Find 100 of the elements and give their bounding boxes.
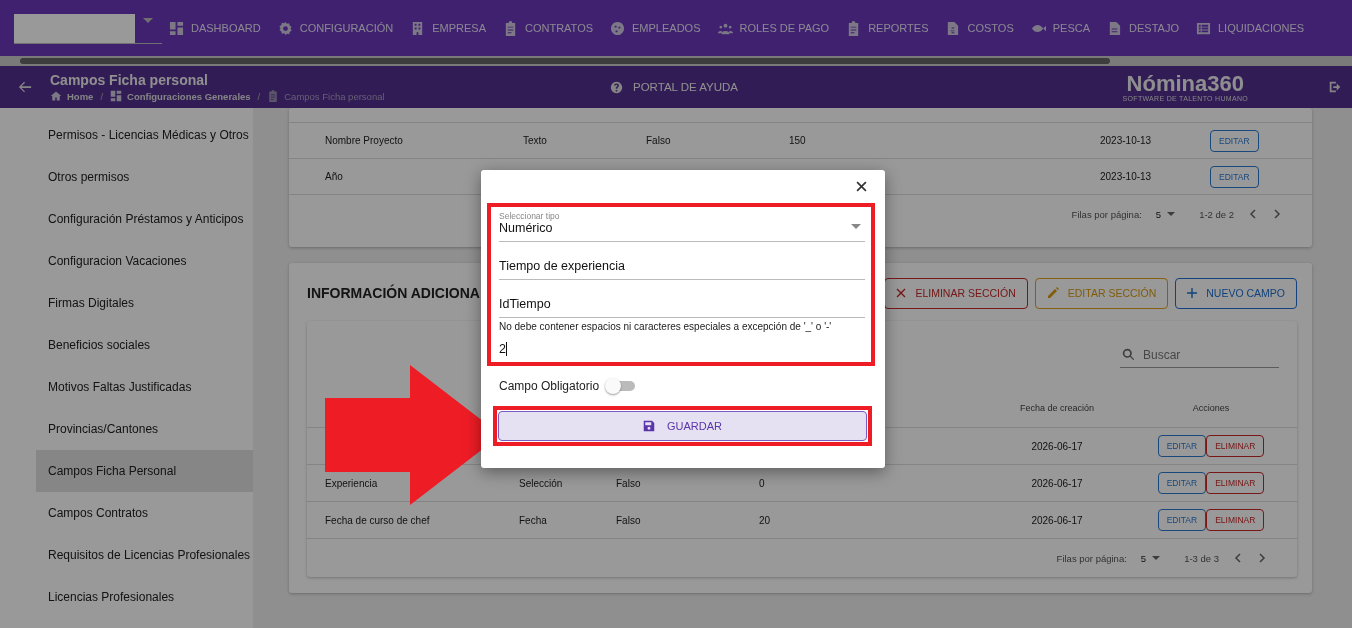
rows-per-page-label: Filas por página:: [1056, 552, 1127, 564]
table-cell-text: 150: [789, 135, 807, 146]
grid-icon: [169, 20, 184, 36]
nav-item[interactable]: REPORTES: [846, 20, 929, 36]
table-cell-text: 2023-10-13: [1100, 135, 1153, 146]
nav-item[interactable]: ROLES DE PAGO: [717, 20, 830, 36]
nav-item[interactable]: CONTRATOS: [503, 20, 594, 36]
delete-button[interactable]: ELIMINAR: [1206, 435, 1265, 457]
table-cell-text: 2023-10-13: [1100, 171, 1153, 182]
close-icon: [896, 288, 907, 298]
nav-item[interactable]: DESTAJO: [1107, 20, 1179, 36]
sidebar-item[interactable]: Otros permisos: [36, 156, 253, 198]
length-field[interactable]: 2: [499, 332, 865, 362]
pencil-icon: [1046, 287, 1059, 299]
help-icon: [610, 80, 623, 94]
nav-item[interactable]: PESCA: [1030, 20, 1091, 36]
rows-per-page-label: Filas por página:: [1071, 208, 1142, 220]
sidebar-item[interactable]: Permisos - Licencias Médicas y Otros: [36, 114, 253, 156]
table-cell-text: 20: [759, 514, 772, 526]
logout-icon[interactable]: [1328, 80, 1342, 94]
chevron-right-icon[interactable]: [1272, 209, 1282, 219]
edit-button[interactable]: EDITAR: [1157, 435, 1207, 457]
toggle-switch[interactable]: [607, 381, 636, 391]
nav-item[interactable]: COSTOS: [945, 20, 1014, 36]
table-cell: 2026-06-17: [1031, 477, 1083, 489]
table-cell-text: Experiencia: [325, 477, 379, 489]
caret-icon: [851, 224, 861, 229]
gear-icon: [277, 20, 293, 36]
grid-icon: [110, 90, 123, 102]
column-header: Acciones: [1192, 403, 1230, 413]
id-field[interactable]: IdTiempo: [499, 280, 865, 318]
breadcrumb-link[interactable]: Configuraciones Generales: [127, 90, 251, 102]
nav-item[interactable]: LIQUIDACIONES: [1195, 20, 1305, 36]
toggle-label: Campo Obligatorio: [499, 379, 600, 393]
breadcrumb-link[interactable]: Home: [67, 90, 94, 102]
table-cell-text: Año: [325, 171, 344, 182]
section-button[interactable]: EDITAR SECCIÓN: [1034, 277, 1169, 309]
nav-item[interactable]: EMPLEADOS: [610, 20, 701, 36]
nav-item[interactable]: DASHBOARD: [169, 20, 261, 36]
plus-icon: [1187, 288, 1198, 298]
sidebar-item[interactable]: Licencias Profesionales: [36, 576, 253, 618]
sidebar-item[interactable]: Motivos Faltas Justificadas: [36, 366, 253, 408]
sidebar-item[interactable]: Firmas Digitales: [36, 282, 253, 324]
save-button[interactable]: GUARDAR: [498, 411, 867, 441]
table-cell: 2026-06-17: [1031, 440, 1083, 452]
back-arrow-icon[interactable]: [18, 80, 32, 94]
search-field[interactable]: Buscar: [1120, 342, 1279, 368]
breadcrumb-link[interactable]: Campos Ficha personal: [284, 90, 385, 102]
edit-button[interactable]: EDITAR: [1157, 509, 1207, 531]
table-cell-text: Falso: [616, 514, 642, 526]
sidebar-item[interactable]: Configuración Préstamos y Anticipos: [36, 198, 253, 240]
search-icon: [1122, 348, 1135, 361]
table-cell-text: Falso: [616, 477, 642, 489]
caret-icon: [1152, 556, 1161, 560]
section-button[interactable]: ELIMINAR SECCIÓN: [884, 277, 1028, 309]
caret-icon: [1167, 212, 1176, 216]
section-title: INFORMACIÓN ADICIONA: [307, 285, 480, 301]
horizontal-scrollbar[interactable]: [0, 56, 1352, 66]
type-select[interactable]: Seleccionar tipo Numérico: [499, 207, 865, 242]
chevron-left-icon[interactable]: [1248, 209, 1258, 219]
page-range: 1-2 de 2: [1199, 208, 1234, 220]
column-header: Fecha de creación: [1019, 403, 1094, 413]
name-field[interactable]: Tiempo de experiencia: [499, 242, 865, 280]
rows-per-page-select[interactable]: 5: [1140, 552, 1161, 564]
nav-item[interactable]: EMPRESA: [410, 20, 486, 36]
table-cell-text: Falso: [646, 135, 672, 146]
delete-button[interactable]: ELIMINAR: [1206, 509, 1265, 531]
help-link[interactable]: PORTAL DE AYUDA: [610, 80, 739, 94]
table-cell-text: Fecha: [519, 514, 548, 526]
breadcrumb-separator: /: [257, 90, 261, 102]
select-field[interactable]: [14, 13, 135, 43]
table-cell-text: Fecha de curso de chef: [325, 514, 431, 526]
close-icon[interactable]: [856, 181, 867, 192]
table-cell-text: Selección: [519, 477, 564, 489]
list-icon: [1195, 20, 1211, 36]
breadcrumb-separator: /: [100, 90, 104, 102]
edit-button[interactable]: EDITAR: [1210, 129, 1259, 152]
sidebar-item[interactable]: Beneficios sociales: [36, 324, 253, 366]
logo-text: Nómina360: [1125, 72, 1245, 95]
nav-item[interactable]: CONFIGURACIÓN: [277, 20, 394, 36]
clipboard-icon: [267, 90, 280, 102]
table-cell-text: 0: [759, 477, 766, 489]
section-button[interactable]: NUEVO CAMPO: [1175, 277, 1297, 309]
edit-button[interactable]: EDITAR: [1157, 472, 1207, 494]
sidebar-item[interactable]: Campos Ficha Personal: [36, 450, 253, 492]
sidebar-item[interactable]: Configuracion Vacaciones: [36, 240, 253, 282]
chevron-left-icon[interactable]: [1233, 553, 1243, 563]
document-icon: [945, 20, 961, 36]
table-cell-text: Texto: [523, 135, 548, 146]
table-cell-text: Nombre Proyecto: [325, 135, 404, 146]
delete-button[interactable]: ELIMINAR: [1206, 472, 1265, 494]
edit-button[interactable]: EDITAR: [1210, 165, 1259, 188]
sidebar-item[interactable]: Campos Contratos: [36, 492, 253, 534]
rows-per-page-select[interactable]: 5: [1155, 208, 1176, 220]
chevron-right-icon[interactable]: [1257, 553, 1267, 563]
field-hint: No debe contener espacios ni caracteres especiales a excepción de '_' o '-': [499, 320, 833, 332]
sidebar-item[interactable]: Provincias/Cantones: [36, 408, 253, 450]
sidebar-item[interactable]: Requisitos de Licencias Profesionales: [36, 534, 253, 576]
table-cell: 2026-06-17: [1031, 514, 1083, 526]
caret-icon: [143, 17, 153, 23]
